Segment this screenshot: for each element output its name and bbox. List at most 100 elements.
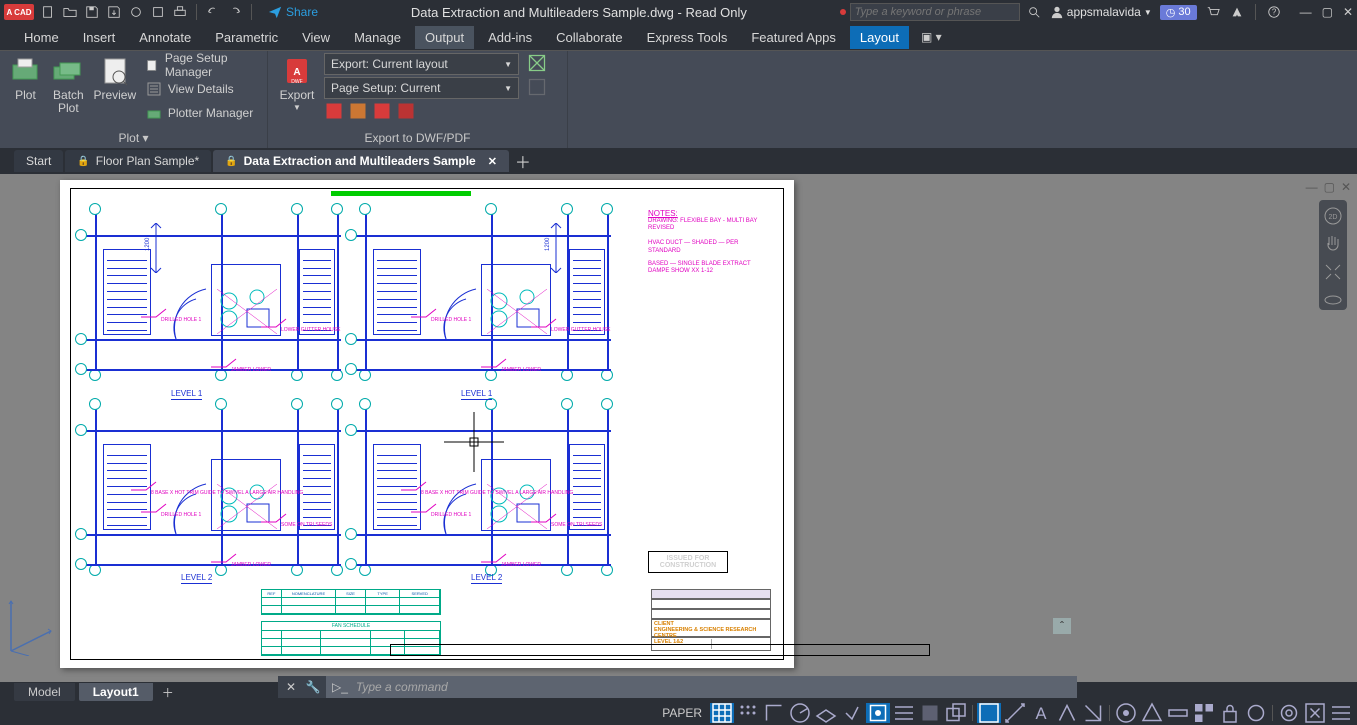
tab-express[interactable]: Express Tools xyxy=(637,26,738,49)
tab-annotate[interactable]: Annotate xyxy=(129,26,201,49)
tab-insert[interactable]: Insert xyxy=(73,26,126,49)
notification-dot[interactable] xyxy=(840,9,846,15)
tab-manage[interactable]: Manage xyxy=(344,26,411,49)
window-title: Data Extraction and Multileaders Sample.… xyxy=(318,5,840,20)
openweb-icon[interactable] xyxy=(128,4,144,20)
annotation-visibility[interactable]: A xyxy=(1029,703,1053,723)
hardware-acceleration[interactable] xyxy=(1277,703,1301,723)
svg-text:?: ? xyxy=(1271,8,1276,17)
tab-addins[interactable]: Add-ins xyxy=(478,26,542,49)
annotation-scale-icon[interactable] xyxy=(1055,703,1079,723)
floor-plan-level1-a: DRILLED HOLE 1LOWER GUTTER HOUSEJAMBER L… xyxy=(81,209,341,379)
ortho-toggle[interactable] xyxy=(762,703,786,723)
plotter-manager-button[interactable]: Plotter Manager xyxy=(142,101,261,125)
isodraft-toggle[interactable] xyxy=(814,703,838,723)
export-window-icon[interactable] xyxy=(527,53,547,73)
command-input[interactable]: ▷_Type a command xyxy=(326,676,1077,698)
search-icon[interactable] xyxy=(1026,4,1042,20)
navigation-bar: 2D xyxy=(1319,200,1347,310)
cmd-customize-icon[interactable]: 🔧 xyxy=(304,678,322,696)
tab-featured[interactable]: Featured Apps xyxy=(741,26,846,49)
export-dwf-icon[interactable] xyxy=(324,101,344,121)
export-button[interactable]: ADWF Export▼ xyxy=(274,53,320,115)
quick-properties[interactable] xyxy=(1192,703,1216,723)
polar-toggle[interactable] xyxy=(788,703,812,723)
vp-maximize[interactable]: ▢ xyxy=(1324,180,1335,194)
tab-view[interactable]: View xyxy=(292,26,340,49)
navwheel-icon[interactable]: 2D xyxy=(1323,206,1343,226)
trial-badge[interactable]: ◷ 30 xyxy=(1160,5,1197,20)
space-toggle[interactable]: PAPER xyxy=(656,706,708,720)
drawing-area[interactable]: — ▢ ✕ DRILLED HOLE 1LOWER GUTTER HOUSEJA… xyxy=(0,174,1357,682)
tab-home[interactable]: Home xyxy=(14,26,69,49)
export-3ddwf-icon[interactable] xyxy=(372,101,392,121)
export-dwfx-icon[interactable] xyxy=(348,101,368,121)
help-icon[interactable]: ? xyxy=(1266,4,1282,20)
grid-toggle[interactable] xyxy=(710,703,734,723)
add-file-tab[interactable]: ＋ xyxy=(511,150,535,172)
isolate-objects[interactable] xyxy=(1244,703,1268,723)
new-icon[interactable] xyxy=(40,4,56,20)
preview-button[interactable]: Preview xyxy=(92,53,138,104)
tab-parametric[interactable]: Parametric xyxy=(205,26,288,49)
workspace-switching[interactable] xyxy=(1114,703,1138,723)
file-tab-dataextraction[interactable]: 🔒Data Extraction and Multileaders Sample… xyxy=(213,150,509,172)
clean-screen[interactable] xyxy=(1303,703,1327,723)
minimize-button[interactable]: — xyxy=(1300,5,1312,19)
export-layout-dropdown[interactable]: Export: Current layout▼ xyxy=(324,53,519,75)
viewport-maximize[interactable] xyxy=(977,703,1001,723)
save-icon[interactable] xyxy=(84,4,100,20)
layout-tab-model[interactable]: Model xyxy=(14,683,75,701)
lock-ui[interactable] xyxy=(1218,703,1242,723)
account-menu[interactable]: appsmalavida▼ xyxy=(1050,5,1152,19)
tab-collaborate[interactable]: Collaborate xyxy=(546,26,633,49)
autodesk-app-icon[interactable] xyxy=(1229,4,1245,20)
annotation-monitor[interactable] xyxy=(1140,703,1164,723)
osnap-toggle[interactable] xyxy=(840,703,864,723)
cmd-close-icon[interactable]: ✕ xyxy=(282,678,300,696)
command-history-toggle[interactable]: ˆ xyxy=(1053,618,1071,634)
customization-menu[interactable] xyxy=(1329,703,1353,723)
object-snap-toggle[interactable] xyxy=(866,703,890,723)
transparency-toggle[interactable] xyxy=(918,703,942,723)
selection-cycling-toggle[interactable] xyxy=(944,703,968,723)
plot-button[interactable]: Plot xyxy=(6,53,45,104)
export-pdf-icon[interactable] xyxy=(396,101,416,121)
app-badge[interactable]: A CAD xyxy=(4,4,34,20)
pan-icon[interactable] xyxy=(1323,234,1343,254)
close-button[interactable]: ✕ xyxy=(1343,5,1353,19)
view-details-button[interactable]: View Details xyxy=(142,77,261,101)
file-tab-floorplan[interactable]: 🔒Floor Plan Sample* xyxy=(65,150,211,172)
export-options-icon[interactable] xyxy=(527,77,547,97)
tab-overflow[interactable]: ▣ ▾ xyxy=(913,26,950,48)
add-layout-tab[interactable]: ＋ xyxy=(157,684,179,701)
units-toggle[interactable] xyxy=(1166,703,1190,723)
search-input[interactable] xyxy=(855,6,1015,18)
open-icon[interactable] xyxy=(62,4,78,20)
viewport-scale[interactable] xyxy=(1003,703,1027,723)
redo-icon[interactable] xyxy=(227,4,243,20)
tab-layout[interactable]: Layout xyxy=(850,26,909,49)
svg-text:A: A xyxy=(1035,705,1046,723)
page-setup-dropdown[interactable]: Page Setup: Current▼ xyxy=(324,77,519,99)
page-setup-manager-button[interactable]: Page Setup Manager xyxy=(142,53,261,77)
orbit-icon[interactable] xyxy=(1323,290,1343,310)
lineweight-toggle[interactable] xyxy=(892,703,916,723)
saveweb-icon[interactable] xyxy=(150,4,166,20)
tab-output[interactable]: Output xyxy=(415,26,474,49)
batch-plot-button[interactable]: Batch Plot xyxy=(49,53,88,117)
snap-toggle[interactable] xyxy=(736,703,760,723)
file-tab-start[interactable]: Start xyxy=(14,150,63,172)
vp-close[interactable]: ✕ xyxy=(1341,180,1351,194)
saveas-icon[interactable] xyxy=(106,4,122,20)
layout-tab-layout1[interactable]: Layout1 xyxy=(79,683,153,701)
search-box[interactable] xyxy=(850,3,1020,21)
share-button[interactable]: Share xyxy=(268,5,318,19)
zoom-extents-icon[interactable] xyxy=(1323,262,1343,282)
vp-minimize[interactable]: — xyxy=(1306,180,1318,194)
undo-icon[interactable] xyxy=(205,4,221,20)
cart-icon[interactable] xyxy=(1205,4,1221,20)
print-icon[interactable] xyxy=(172,4,188,20)
annotation-scale[interactable] xyxy=(1081,703,1105,723)
maximize-button[interactable]: ▢ xyxy=(1322,5,1333,19)
